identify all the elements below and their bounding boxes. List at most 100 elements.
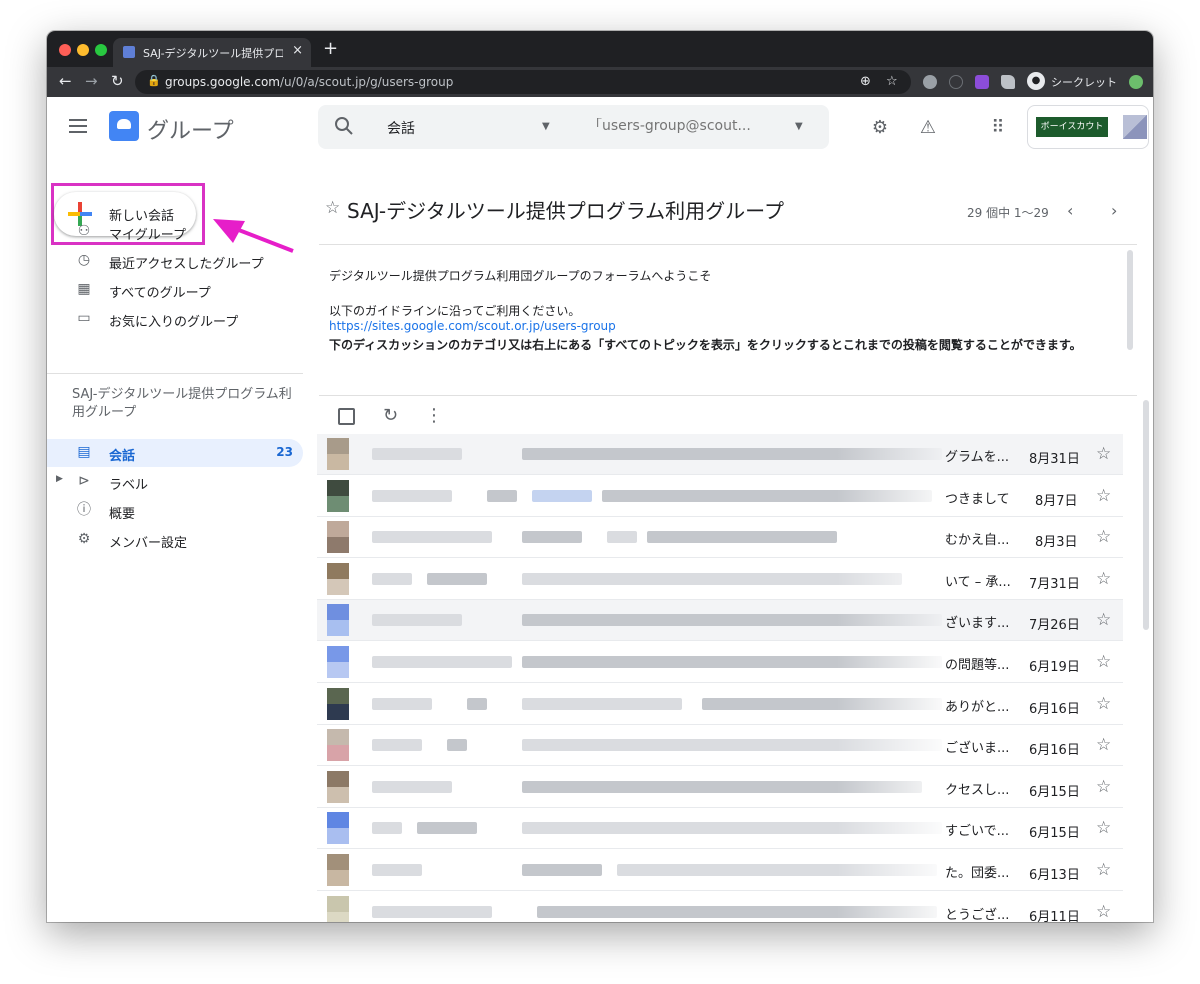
redaction-fade <box>837 850 947 890</box>
sidebar-item-label: ラベル <box>109 478 149 493</box>
description-scrollbar[interactable] <box>1127 250 1133 350</box>
redaction-fade <box>837 475 947 516</box>
redaction-fade <box>837 683 947 724</box>
settings-gear-icon[interactable]: ⚙ <box>869 117 891 139</box>
conversation-row[interactable]: すごいで... 6月15日 ☆ <box>317 808 1123 850</box>
close-window-button[interactable] <box>59 44 71 56</box>
groups-logo-icon[interactable] <box>109 111 139 141</box>
favorite-star-icon[interactable]: ☆ <box>325 198 340 218</box>
conversation-row[interactable]: むかえ自... 8月3日 ☆ <box>317 517 1123 559</box>
sidebar-item-member-settings[interactable]: ⚙ メンバー設定 <box>47 526 303 554</box>
conversation-row[interactable]: た。団委... 6月13日 ☆ <box>317 850 1123 891</box>
star-icon[interactable]: ☆ <box>1096 569 1111 589</box>
star-icon[interactable]: ☆ <box>1096 652 1111 672</box>
sidebar-item-recent-groups[interactable]: ◷ 最近アクセスしたグループ <box>47 247 303 275</box>
conversation-date: 7月31日 <box>1029 576 1080 592</box>
conversation-row[interactable]: ざいます... 7月26日 ☆ <box>317 600 1123 642</box>
info-icon: ⓘ <box>77 502 91 518</box>
conversation-row[interactable]: の問題等... 6月19日 ☆ <box>317 642 1123 683</box>
sidebar-item-label: メンバー設定 <box>109 536 188 551</box>
new-tab-button[interactable]: + <box>323 38 338 59</box>
account-card[interactable]: ボーイスカウト <box>1027 105 1149 149</box>
redaction-fade <box>837 725 947 766</box>
maximize-window-button[interactable] <box>95 44 107 56</box>
back-icon[interactable]: ← <box>59 72 72 90</box>
star-icon[interactable]: ☆ <box>1096 444 1111 464</box>
extension-info-icon[interactable] <box>949 75 963 89</box>
zoom-icon[interactable]: ⊕ <box>860 74 871 89</box>
conversation-row[interactable]: クセスし... 6月15日 ☆ <box>317 766 1123 808</box>
next-page-icon[interactable]: › <box>1111 201 1117 220</box>
expand-caret-icon[interactable]: ▶ <box>56 474 63 484</box>
select-all-checkbox[interactable] <box>338 408 355 425</box>
conversation-date: 6月15日 <box>1029 826 1080 842</box>
search-bar[interactable]: 会話 ▼ ▼ <box>318 105 829 149</box>
sidebar-item-my-groups[interactable]: ⚇ マイグループ <box>47 218 303 246</box>
list-toolbar: ↻ ⋮ <box>319 403 1137 435</box>
conversation-row[interactable]: いて – 承... 7月31日 ☆ <box>317 558 1123 600</box>
avatar <box>327 687 349 720</box>
star-icon[interactable]: ☆ <box>1096 527 1111 547</box>
sidebar-item-all-groups[interactable]: ▦ すべてのグループ <box>47 276 303 304</box>
conversation-row[interactable]: グラムを... 8月31日 ☆ <box>317 434 1123 475</box>
refresh-icon[interactable]: ↻ <box>383 405 398 426</box>
forward-icon[interactable]: → <box>85 72 98 90</box>
redacted-text <box>372 739 422 752</box>
redacted-text <box>417 822 477 835</box>
minimize-window-button[interactable] <box>77 44 89 56</box>
address-bar[interactable]: 🔒 groups.google.com/u/0/a/scout.jp/g/use… <box>135 70 911 94</box>
search-icon[interactable] <box>334 116 354 136</box>
conversation-list: グラムを... 8月31日 ☆ つきまして 8月7日 ☆ むかえ自... 8月3日 ☆ いて – … <box>317 434 1125 922</box>
conversation-snippet: た。団委... <box>945 866 1010 881</box>
conversation-date: 6月16日 <box>1029 701 1080 717</box>
conversation-date: 6月15日 <box>1029 784 1080 800</box>
browser-tab[interactable]: SAJ-デジタルツール提供プログラ × <box>113 38 311 67</box>
avatar <box>327 729 349 762</box>
app-brand[interactable]: グループ <box>147 113 234 145</box>
redaction-fade <box>837 891 947 922</box>
search-scope-select[interactable]: 会話 <box>387 118 415 138</box>
more-vert-icon[interactable]: ⋮ <box>425 405 443 426</box>
groups-favicon-icon <box>123 46 135 58</box>
star-icon[interactable]: ☆ <box>1096 860 1111 880</box>
people-icon: ⚇ <box>77 223 91 239</box>
profile-avatar[interactable] <box>1129 75 1143 89</box>
conversation-row[interactable]: ありがと... 6月16日 ☆ <box>317 683 1123 725</box>
star-icon[interactable]: ☆ <box>1096 902 1111 922</box>
star-icon[interactable]: ☆ <box>1096 818 1111 838</box>
main-menu-icon[interactable] <box>69 119 87 137</box>
incognito-icon[interactable]: ● <box>1027 72 1045 90</box>
sidebar-item-favorite-groups[interactable]: ▭ お気に入りのグループ <box>47 305 303 333</box>
star-icon[interactable]: ☆ <box>1096 777 1111 797</box>
puzzle-icon[interactable] <box>1001 75 1015 89</box>
current-group-name[interactable]: SAJ-デジタルツール提供プログラム利用グループ <box>72 386 302 422</box>
apps-grid-icon[interactable]: ⠿ <box>987 117 1009 139</box>
list-scrollbar[interactable] <box>1143 400 1149 630</box>
star-icon[interactable]: ☆ <box>1096 610 1111 630</box>
sidebar-item-labels[interactable]: ▶ ⊳ ラベル <box>47 468 303 496</box>
sidebar-item-label: 会話 <box>109 449 136 464</box>
star-icon[interactable]: ☆ <box>1096 486 1111 506</box>
chevron-down-icon[interactable]: ▼ <box>542 121 550 132</box>
star-icon[interactable]: ☆ <box>1096 735 1111 755</box>
redacted-text <box>467 697 487 710</box>
feedback-icon[interactable]: ⚠ <box>917 117 939 139</box>
tab-close-icon[interactable]: × <box>292 43 303 58</box>
sidebar-item-about[interactable]: ⓘ 概要 <box>47 497 303 525</box>
extension-gear-icon[interactable] <box>923 75 937 89</box>
guideline-link[interactable]: https://sites.google.com/scout.or.jp/use… <box>329 319 616 333</box>
conversation-row[interactable]: とうござ... 6月11日 ☆ <box>317 891 1123 922</box>
search-input[interactable] <box>588 118 778 134</box>
search-options-chevron-icon[interactable]: ▼ <box>795 121 803 132</box>
star-icon[interactable]: ☆ <box>1096 694 1111 714</box>
extension-b-icon[interactable] <box>975 75 989 89</box>
sidebar-item-label: 最近アクセスしたグループ <box>109 257 264 272</box>
sidebar-item-conversations[interactable]: ▤ 会話 23 <box>47 439 303 467</box>
prev-page-icon[interactable]: ‹ <box>1067 201 1073 220</box>
sidebar-item-label: マイグループ <box>109 228 186 243</box>
conversation-row[interactable]: つきまして 8月7日 ☆ <box>317 475 1123 517</box>
bookmark-star-icon[interactable]: ☆ <box>886 74 898 89</box>
conversation-row[interactable]: ございま... 6月16日 ☆ <box>317 725 1123 767</box>
avatar[interactable] <box>1123 115 1147 139</box>
reload-icon[interactable]: ↻ <box>111 72 124 90</box>
